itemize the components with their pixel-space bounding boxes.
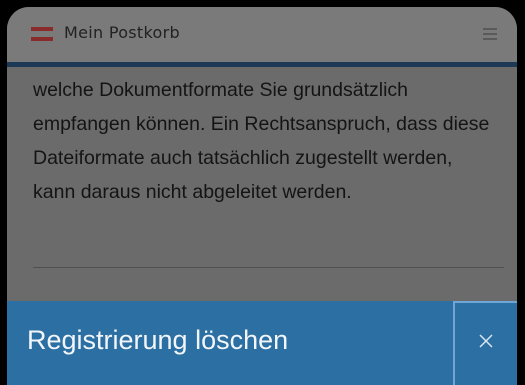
info-text-line: welche Dokumentformate Sie grundsätzlich <box>33 79 409 101</box>
close-button[interactable] <box>453 301 517 385</box>
delete-registration-dialog-header: Registrierung löschen <box>7 301 517 385</box>
info-text-line: kann daraus nicht abgeleitet werden. <box>33 181 352 203</box>
info-text: welche Dokumentformate Sie grundsätzlich… <box>33 73 508 209</box>
close-icon <box>479 334 493 348</box>
hamburger-menu-icon[interactable] <box>483 28 497 40</box>
header-accent-bar <box>7 62 517 67</box>
app-header: Mein Postkorb <box>7 7 517 62</box>
austria-flag-icon <box>31 27 53 41</box>
app-window: Mein Postkorb welche Dokumentformate Sie… <box>7 7 517 385</box>
dialog-title: Registrierung löschen <box>27 325 289 355</box>
app-title: Mein Postkorb <box>64 23 180 42</box>
divider <box>33 267 504 268</box>
info-text-line: Dateiformate auch tatsächlich zugestellt… <box>33 147 453 169</box>
info-text-line: empfangen können. Ein Rechtsanspruch, da… <box>33 113 490 135</box>
